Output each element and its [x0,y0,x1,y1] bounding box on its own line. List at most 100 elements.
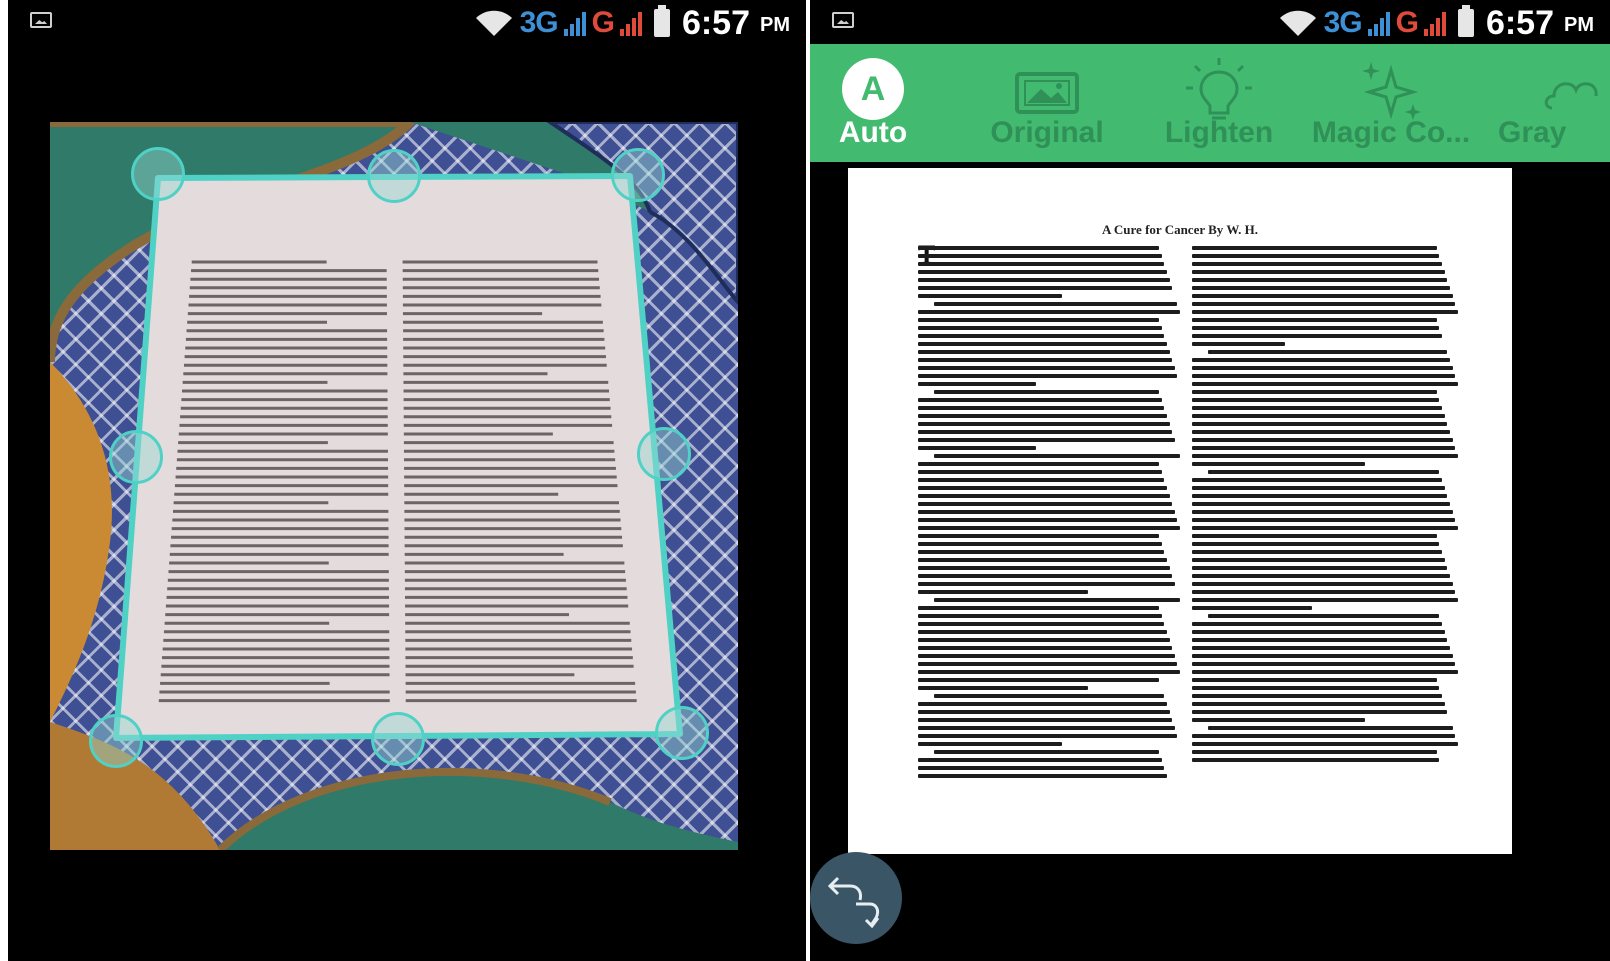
text-line [1192,574,1451,578]
text-line [1192,630,1445,634]
text-line [1207,726,1453,730]
text-line [918,422,1170,426]
text-line [1192,294,1453,298]
text-line [1192,318,1437,322]
text-line [933,694,1165,698]
text-line [1192,710,1448,714]
text-line [918,326,1162,330]
document-column-left [918,246,1180,782]
filter-original-label: Original [990,116,1104,149]
text-line [1192,646,1451,650]
wifi-icon [475,10,512,36]
text-line [933,750,1160,754]
text-line [1192,462,1365,466]
crop-handle-top-left[interactable] [131,147,185,201]
text-line [1192,502,1451,506]
filter-lighten[interactable]: Lighten [1134,44,1304,162]
rotate-button[interactable] [810,852,902,944]
text-line [933,454,1180,458]
text-line [918,342,1167,346]
filter-gray-label: Gray [1498,116,1567,149]
text-line [918,622,1165,626]
text-line [1192,654,1453,658]
status-bar: 3G G 6:57 PM [8,0,806,44]
crop-handle-top-right[interactable] [611,148,665,202]
crop-screen: 3G G 6:57 PM [8,0,806,961]
text-line [1192,446,1456,450]
crop-handle-bottom-center[interactable] [371,712,425,766]
text-line [1192,734,1456,738]
text-line [918,366,1175,370]
text-line [918,590,1089,594]
text-line [918,630,1167,634]
text-line [918,494,1170,498]
text-line [918,670,1180,674]
text-line [1192,302,1456,306]
filter-auto[interactable]: A Auto [810,44,958,162]
auto-icon: A [842,58,904,120]
crop-handle-top-center[interactable] [367,149,421,203]
text-line [1192,686,1440,690]
text-line [1192,550,1443,554]
text-line [918,478,1165,482]
text-line [918,246,1160,250]
filter-original[interactable]: Original [962,44,1132,162]
text-line [1192,758,1440,762]
text-line [918,718,1173,722]
text-line [918,350,1170,354]
text-line [918,374,1178,378]
text-line [1192,566,1448,570]
text-line [1192,358,1451,362]
filter-lighten-label: Lighten [1164,116,1274,149]
battery-icon-right [1457,5,1474,37]
text-line [1192,494,1448,498]
crop-handle-middle-left[interactable] [109,430,163,484]
picture-notification-icon [30,12,52,28]
text-line [1192,374,1456,378]
text-line [918,758,1162,762]
document-column-right [1192,246,1458,766]
text-line [1192,590,1456,594]
text-line [1192,750,1437,754]
text-line [918,662,1178,666]
clock-time-right: 6:57 [1485,3,1554,42]
crop-handle-bottom-right[interactable] [655,706,709,760]
text-line [1192,438,1453,442]
text-line [918,542,1162,546]
text-line [918,510,1175,514]
text-line [1192,382,1458,386]
text-line [918,286,1173,290]
filter-gray[interactable]: Gray [1478,44,1610,162]
crop-handle-middle-right[interactable] [637,427,691,481]
text-line [1192,414,1445,418]
text-line [918,742,1063,746]
text-line [918,414,1167,418]
text-line [1192,310,1458,314]
text-line [1192,638,1448,642]
filter-auto-label: Auto [838,116,908,149]
text-line [918,734,1178,738]
text-line [1192,454,1458,458]
text-line [1192,662,1456,666]
text-line [918,518,1178,522]
filter-magic-color[interactable]: Magic Co... [1306,44,1476,162]
network-type-g-right: G [1395,6,1419,39]
text-line [918,398,1162,402]
text-line [1192,406,1443,410]
text-line [1192,278,1448,282]
text-line [1192,606,1312,610]
text-line [1192,326,1440,330]
text-line [1192,478,1443,482]
text-line [918,558,1167,562]
crop-handle-bottom-left[interactable] [89,714,143,768]
signal-icon [563,10,586,36]
text-line [1192,366,1453,370]
text-line [1207,350,1448,354]
filter-toolbar: A Auto Original Lighten Magic Co... Gray [810,44,1610,162]
text-line [918,486,1167,490]
text-line [1192,582,1453,586]
text-line [1192,334,1443,338]
text-line [1192,542,1440,546]
camera-preview [50,122,738,850]
text-line [1192,526,1458,530]
